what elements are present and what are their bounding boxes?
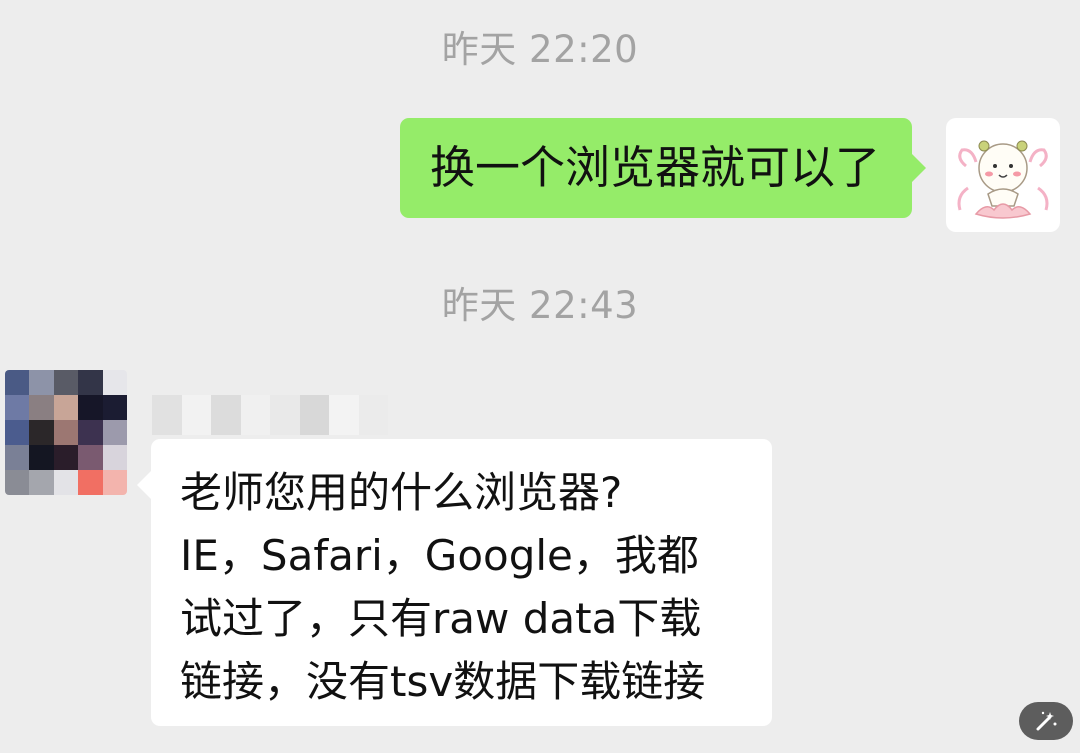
outgoing-message-bubble[interactable]: 换一个浏览器就可以了 bbox=[400, 118, 926, 218]
contact-name-blurred bbox=[152, 395, 388, 435]
message-line: 老师您用的什么浏览器? bbox=[180, 468, 623, 517]
self-avatar[interactable] bbox=[946, 118, 1060, 232]
contact-avatar[interactable] bbox=[5, 370, 127, 495]
message-line: IE，Safari，Google，我都 bbox=[180, 531, 699, 580]
chat-window: 昨天 22:20 换一个浏览器就可以了 昨天 22:43 老师您用的什么浏览器?… bbox=[0, 0, 1080, 753]
message-timestamp: 昨天 22:43 bbox=[441, 284, 639, 327]
message-timestamp: 昨天 22:20 bbox=[441, 28, 639, 71]
message-line: 试过了，只有raw data下载 bbox=[180, 594, 702, 643]
message-line: 链接，没有tsv数据下载链接 bbox=[180, 657, 706, 706]
incoming-message-bubble[interactable]: 老师您用的什么浏览器? IE，Safari，Google，我都 试过了，只有ra… bbox=[137, 439, 772, 726]
cartoon-character-sticker-icon bbox=[957, 140, 1049, 219]
edit-button[interactable] bbox=[1019, 702, 1073, 740]
message-text: 换一个浏览器就可以了 bbox=[430, 141, 881, 194]
magic-wand-icon bbox=[1036, 711, 1057, 731]
